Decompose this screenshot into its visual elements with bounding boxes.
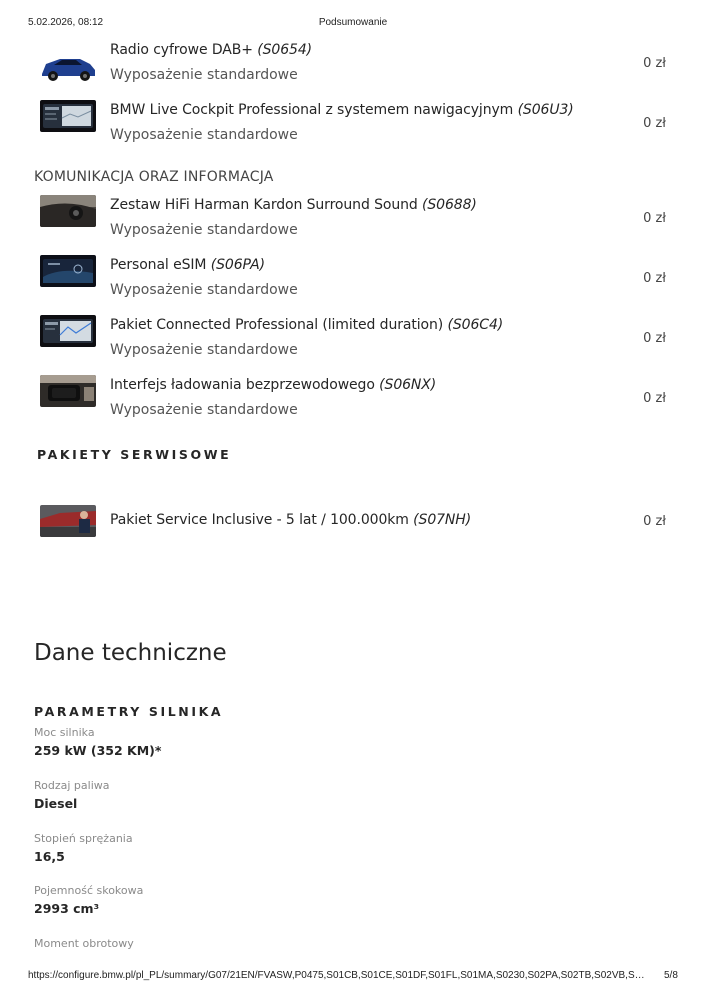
equipment-item-price: 0 zł bbox=[643, 391, 666, 406]
equipment-item-radio-dab: Radio cyfrowe DAB+ (S0654) Wyposażenie s… bbox=[40, 42, 666, 92]
equipment-item-wireless-charging: Interfejs ładowania bezprzewodowego (S06… bbox=[40, 375, 666, 427]
speaker-image bbox=[40, 195, 96, 227]
section-heading-service-packages: PAKIETY SERWISOWE bbox=[37, 447, 232, 462]
print-header-title: Podsumowanie bbox=[318, 17, 388, 28]
equipment-item-live-cockpit: BMW Live Cockpit Professional z systemem… bbox=[40, 100, 666, 152]
equipment-item-harman-kardon: Zestaw HiFi Harman Kardon Surround Sound… bbox=[40, 195, 666, 247]
equipment-item-price: 0 zł bbox=[643, 271, 666, 286]
service-package-item: Pakiet Service Inclusive - 5 lat / 100.0… bbox=[40, 505, 666, 556]
equipment-item-status: Wyposażenie standardowe bbox=[110, 222, 298, 238]
print-footer-url: https://configure.bmw.pl/pl_PL/summary/G… bbox=[28, 970, 648, 981]
equipment-item-title: Personal eSIM (S06PA) bbox=[110, 257, 265, 273]
equipment-item-title: Interfejs ładowania bezprzewodowego (S06… bbox=[110, 377, 437, 393]
equipment-item-price: 0 zł bbox=[643, 331, 666, 346]
mechanic-image bbox=[40, 505, 96, 537]
equipment-item-connected-professional: Pakiet Connected Professional (limited d… bbox=[40, 315, 666, 367]
map-screen-image bbox=[40, 315, 96, 347]
wireless-charging-image bbox=[40, 375, 96, 407]
esim-screen-image bbox=[40, 255, 96, 287]
param-value-compression: 16,5 bbox=[34, 849, 65, 864]
param-label-fuel-type: Rodzaj paliwa bbox=[34, 779, 110, 792]
car-side-image bbox=[40, 50, 96, 82]
section-heading-communication: KOMUNIKACJA ORAZ INFORMACJA bbox=[34, 169, 274, 185]
equipment-item-status: Wyposażenie standardowe bbox=[110, 342, 298, 358]
equipment-item-status: Wyposażenie standardowe bbox=[110, 127, 298, 143]
param-value-fuel-type: Diesel bbox=[34, 796, 78, 811]
equipment-item-title: BMW Live Cockpit Professional z systemem… bbox=[110, 102, 574, 118]
equipment-item-status: Wyposażenie standardowe bbox=[110, 67, 298, 83]
equipment-item-price: 0 zł bbox=[643, 56, 666, 71]
engine-parameters-heading: PARAMETRY SILNIKA bbox=[34, 704, 224, 719]
param-label-displacement: Pojemność skokowa bbox=[34, 884, 144, 897]
equipment-item-status: Wyposażenie standardowe bbox=[110, 402, 298, 418]
print-footer-page-number: 5/8 bbox=[664, 970, 678, 981]
equipment-item-status: Wyposażenie standardowe bbox=[110, 282, 298, 298]
param-value-displacement: 2993 cm³ bbox=[34, 901, 100, 916]
param-label-power: Moc silnika bbox=[34, 726, 95, 739]
display-screen-image bbox=[40, 100, 96, 132]
service-package-title: Pakiet Service Inclusive - 5 lat / 100.0… bbox=[110, 512, 472, 528]
technical-data-heading: Dane techniczne bbox=[34, 640, 227, 666]
equipment-item-personal-esim: Personal eSIM (S06PA) Wyposażenie standa… bbox=[40, 255, 666, 307]
equipment-item-title: Radio cyfrowe DAB+ (S0654) bbox=[110, 42, 312, 58]
equipment-item-title: Pakiet Connected Professional (limited d… bbox=[110, 317, 504, 333]
param-label-torque: Moment obrotowy bbox=[34, 937, 134, 950]
service-package-price: 0 zł bbox=[643, 514, 666, 529]
equipment-item-title: Zestaw HiFi Harman Kardon Surround Sound… bbox=[110, 197, 477, 213]
equipment-item-price: 0 zł bbox=[643, 116, 666, 131]
param-label-compression: Stopień sprężania bbox=[34, 832, 133, 845]
param-value-power: 259 kW (352 KM)* bbox=[34, 743, 162, 758]
equipment-item-price: 0 zł bbox=[643, 211, 666, 226]
